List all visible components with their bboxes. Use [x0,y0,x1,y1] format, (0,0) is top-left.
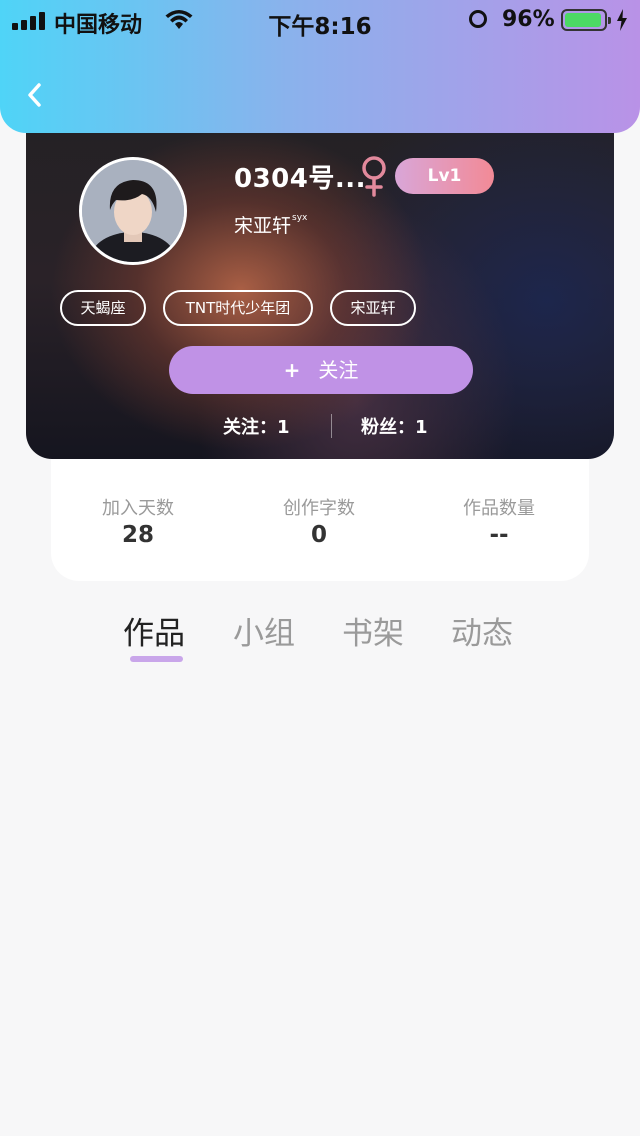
real-name-text: 宋亚轩 [234,215,292,237]
tab-bookshelf[interactable]: 书架 [342,608,404,653]
stat-label: 加入天数 [102,498,174,519]
stat-label: 作品数量 [463,498,535,519]
battery-icon [561,9,611,31]
stats-card: 加入天数 28 创作字数 0 作品数量 -- [51,440,589,581]
plus-icon: + [283,358,301,382]
stat-value: 28 [121,522,154,548]
profile-card: 0304号... Lv1 宋亚轩syx 天蝎座 TNT时代少年团 宋亚轩 + 关注… [26,100,614,459]
fans-count[interactable]: 粉丝：1 [361,413,428,439]
female-icon [362,156,386,197]
tab-activity[interactable]: 动态 [451,608,513,653]
real-name: 宋亚轩syx [234,211,307,238]
real-name-superscript: syx [292,213,308,223]
avatar-image [82,160,184,262]
status-bar: 中国移动 下午8:16 96% [0,0,640,40]
header-bar: 中国移动 下午8:16 96% [0,0,640,133]
nickname: 0304号... [234,164,366,194]
following-count[interactable]: 关注：1 [223,413,290,439]
charging-icon [617,9,627,31]
stat-label: 创作字数 [283,498,355,519]
tab-groups[interactable]: 小组 [233,608,295,653]
follow-button-label: 关注 [318,358,359,382]
alarm-icon [469,10,487,28]
stat-works-count: 作品数量 -- [409,494,589,548]
follow-button[interactable]: + 关注 [169,346,473,394]
tag-zodiac[interactable]: 天蝎座 [60,290,146,326]
chevron-left-icon [28,83,41,107]
stat-value: 0 [310,522,327,548]
divider [331,414,332,438]
tag-group[interactable]: TNT时代少年团 [163,290,313,326]
avatar[interactable] [79,157,187,265]
stat-word-count: 创作字数 0 [229,494,409,548]
back-button[interactable] [20,78,48,112]
stat-join-days: 加入天数 28 [48,494,228,548]
level-badge: Lv1 [395,158,494,194]
tab-indicator [130,656,183,662]
battery-percent: 96% [502,7,555,32]
tab-works[interactable]: 作品 [123,608,185,653]
stat-value: -- [489,522,509,548]
tag-idol[interactable]: 宋亚轩 [330,290,416,326]
